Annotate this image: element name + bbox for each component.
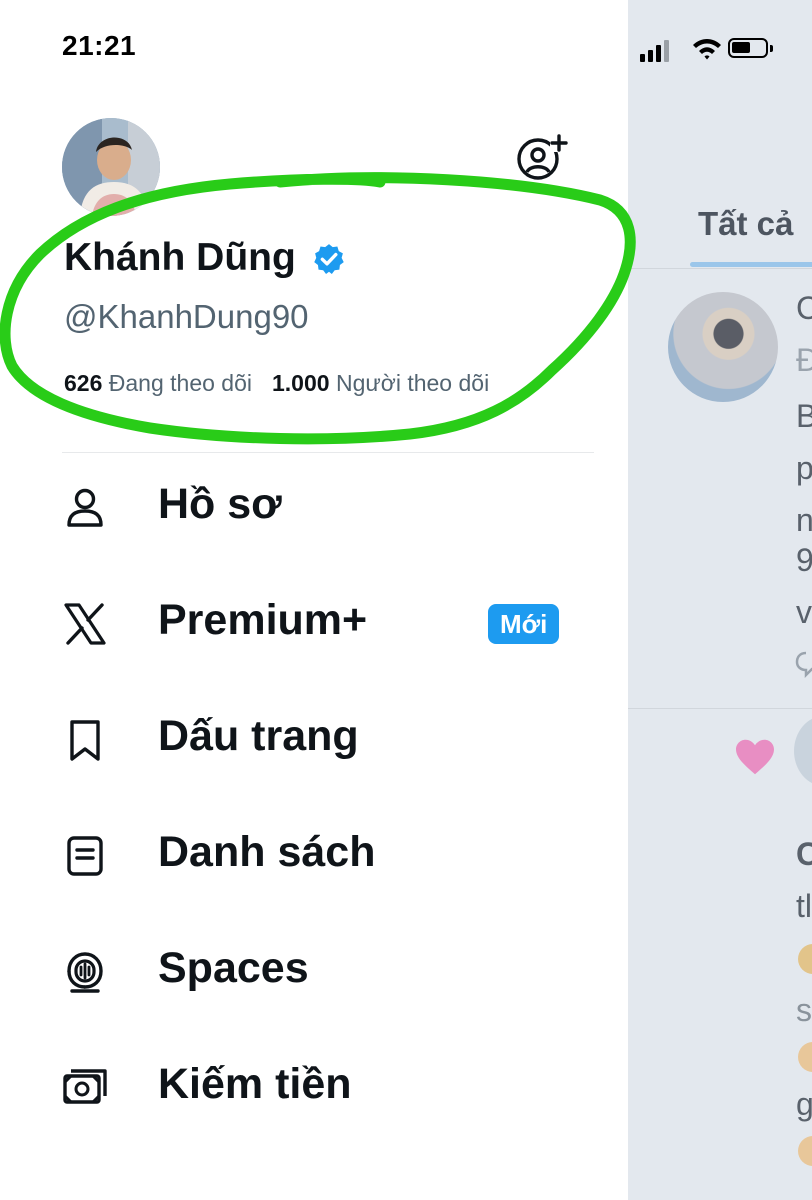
menu-item-spaces[interactable]: Spaces bbox=[0, 930, 628, 1010]
menu-item-label: Kiếm tiền bbox=[158, 1060, 352, 1108]
menu-item-profile[interactable]: Hồ sơ bbox=[0, 466, 628, 546]
timeline-post-text: C bbox=[796, 290, 812, 326]
timeline-post-text: Đ bbox=[796, 342, 812, 378]
wifi-icon bbox=[693, 39, 721, 60]
timeline-divider bbox=[628, 268, 812, 269]
timeline-post-text: v bbox=[796, 594, 812, 630]
status-bar-time: 21:21 bbox=[62, 30, 137, 61]
timeline-post-text: n bbox=[796, 502, 812, 538]
menu-item-label: Dấu trang bbox=[158, 712, 359, 760]
following-link[interactable]: 626 Đang theo dõi bbox=[64, 370, 252, 396]
add-account-icon[interactable] bbox=[516, 134, 568, 182]
following-label: Đang theo dõi bbox=[108, 370, 252, 396]
menu-item-label: Premium+ bbox=[158, 596, 368, 644]
emoji-icon bbox=[798, 1136, 812, 1166]
spaces-icon bbox=[67, 952, 103, 993]
timeline-post-text: p bbox=[796, 450, 812, 486]
new-badge: Mới bbox=[488, 604, 560, 644]
profile-handle[interactable]: @KhanhDung90 bbox=[64, 298, 309, 336]
timeline-post-avatar[interactable] bbox=[794, 716, 812, 786]
menu-item-label: Danh sách bbox=[158, 828, 376, 876]
profile-display-name[interactable]: Khánh Dũng bbox=[64, 236, 296, 280]
timeline-post-text: 9 bbox=[796, 542, 812, 578]
timeline-post-text: B bbox=[796, 398, 812, 434]
following-count: 626 bbox=[64, 370, 103, 396]
followers-label: Người theo dõi bbox=[335, 370, 490, 396]
timeline-tab-all[interactable]: Tất cả bbox=[628, 180, 812, 268]
navigation-drawer: 21:21 Khánh Dũng @KhanhDung90 626 Đang t… bbox=[0, 0, 636, 1200]
battery-tip bbox=[770, 45, 773, 52]
heart-icon bbox=[736, 739, 774, 775]
menu-item-lists[interactable]: Danh sách bbox=[0, 814, 628, 894]
timeline-divider bbox=[628, 708, 812, 709]
status-bar-icons bbox=[640, 36, 790, 62]
list-icon bbox=[67, 836, 103, 876]
timeline-post-avatar[interactable] bbox=[668, 292, 778, 402]
cellular-signal-icon bbox=[640, 36, 676, 62]
menu-item-label: Hồ sơ bbox=[158, 480, 282, 528]
followers-link[interactable]: 1.000 Người theo dõi bbox=[272, 370, 489, 396]
timeline-background: Tất cả C Đ B p n 9 v C tl s g bbox=[628, 0, 812, 1200]
drawer-divider bbox=[62, 452, 594, 453]
timeline-post-text: C bbox=[796, 836, 812, 872]
money-icon bbox=[63, 1069, 107, 1104]
person-icon bbox=[67, 488, 103, 527]
emoji-icon bbox=[798, 1042, 812, 1072]
timeline-post-text: g bbox=[796, 1086, 812, 1122]
follow-stats: 626 Đang theo dõi 1.000 Người theo dõi bbox=[64, 370, 489, 397]
menu-item-premium[interactable]: Premium+ Mới bbox=[0, 582, 628, 662]
timeline-post-text: tl bbox=[796, 888, 812, 924]
followers-count: 1.000 bbox=[272, 370, 330, 396]
x-logo-icon bbox=[64, 603, 106, 645]
menu-item-monetization[interactable]: Kiếm tiền bbox=[0, 1046, 628, 1126]
menu-item-bookmarks[interactable]: Dấu trang bbox=[0, 698, 628, 778]
timeline-tab-label: Tất cả bbox=[698, 205, 794, 242]
avatar[interactable] bbox=[62, 118, 160, 216]
bookmark-icon bbox=[70, 720, 100, 761]
menu-item-label: Spaces bbox=[158, 944, 309, 992]
timeline-tab-indicator bbox=[690, 262, 812, 267]
emoji-icon bbox=[798, 944, 812, 974]
timeline-post-text: s bbox=[796, 992, 812, 1028]
verified-badge-icon bbox=[314, 244, 344, 275]
reply-icon[interactable] bbox=[794, 650, 812, 678]
battery-icon bbox=[728, 38, 768, 58]
